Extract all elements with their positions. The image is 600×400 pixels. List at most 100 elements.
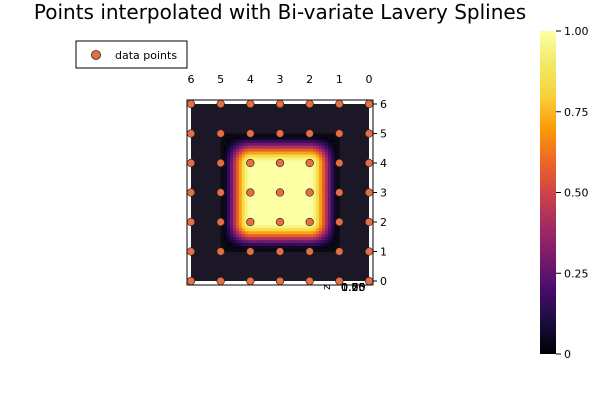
heatmap-cell — [327, 151, 331, 155]
heatmap-cell — [259, 186, 263, 190]
heatmap-cell — [229, 180, 233, 185]
heatmap-cell — [291, 136, 296, 140]
heatmap-cell — [238, 233, 242, 238]
heatmap-cell — [282, 213, 287, 217]
heatmap-cell — [220, 168, 225, 173]
heatmap-cell — [265, 239, 269, 244]
y-axis-ticks: 6 5 4 3 2 1 0 — [373, 98, 387, 288]
heatmap-cell — [247, 177, 251, 182]
heatmap-cell — [280, 171, 284, 176]
heatmap-cell — [300, 213, 305, 217]
heatmap-cell — [235, 192, 239, 196]
heatmap-cell — [262, 219, 266, 223]
heatmap-cell — [315, 151, 319, 155]
heatmap-cell — [294, 198, 299, 202]
heatmap-cell — [265, 201, 269, 205]
heatmap-cell — [271, 139, 275, 143]
heatmap-cell — [271, 142, 275, 146]
heatmap-cell — [238, 224, 242, 229]
heatmap-cell — [247, 198, 251, 202]
heatmap-cell — [277, 204, 281, 208]
heatmap-cell — [294, 216, 299, 220]
heatmap-cell — [285, 160, 290, 164]
heatmap-cell — [297, 145, 302, 149]
heatmap-cell — [232, 189, 236, 193]
heatmap-cell — [288, 201, 293, 205]
heatmap-cell — [333, 148, 337, 152]
heatmap-cell — [268, 139, 272, 143]
heatmap-cell — [271, 198, 275, 202]
heatmap-cell — [223, 136, 227, 140]
heatmap-cell — [291, 239, 296, 244]
heatmap-cell — [226, 245, 230, 249]
heatmap-cell — [223, 139, 227, 143]
heatmap-cell — [232, 157, 236, 161]
heatmap-cell — [226, 213, 230, 217]
heatmap-cell — [315, 222, 319, 226]
heatmap-cell — [262, 165, 266, 170]
heatmap-cell — [288, 204, 293, 208]
heatmap-cell — [282, 171, 287, 176]
data-point — [186, 276, 196, 286]
heatmap-cell — [253, 183, 257, 187]
heatmap-cell — [315, 133, 319, 137]
heatmap-cell — [324, 198, 328, 202]
heatmap-cell — [285, 154, 290, 158]
heatmap-cell — [220, 201, 225, 205]
heatmap-cell — [321, 216, 325, 220]
heatmap-cell — [274, 230, 278, 235]
heatmap-cell — [303, 148, 308, 152]
heatmap-cell — [229, 248, 233, 252]
heatmap-cell — [309, 145, 314, 149]
heatmap-cell — [288, 233, 293, 238]
data-point — [186, 188, 196, 197]
heatmap-cell — [315, 148, 319, 152]
heatmap-cell — [309, 242, 314, 246]
heatmap-cell — [256, 180, 260, 185]
heatmap-cell — [324, 165, 328, 170]
heatmap-cell — [280, 177, 284, 182]
heatmap-cell — [330, 154, 334, 158]
heatmap-cell — [238, 242, 242, 246]
heatmap-cell — [318, 201, 322, 205]
heatmap-cell — [300, 186, 305, 190]
heatmap-cell — [253, 165, 257, 170]
heatmap-cell — [220, 239, 225, 244]
heatmap-cell — [244, 242, 248, 246]
heatmap-cell — [271, 160, 275, 164]
heatmap-cell — [282, 186, 287, 190]
heatmap-cell — [312, 180, 316, 185]
data-point — [216, 276, 225, 286]
heatmap-cell — [333, 142, 337, 146]
heatmap-cell — [241, 148, 245, 152]
heatmap-cell — [315, 145, 319, 149]
heatmap-cell — [268, 160, 272, 164]
heatmap-cell — [285, 186, 290, 190]
heatmap-cell — [324, 236, 328, 241]
heatmap-cell — [321, 177, 325, 182]
heatmap-cell — [241, 133, 245, 137]
heatmap-cell — [330, 171, 334, 176]
data-point — [216, 247, 225, 256]
heatmap-cell — [277, 230, 281, 235]
colorbar-tick-label: 0.75 — [564, 106, 589, 119]
heatmap-cell — [250, 230, 254, 235]
heatmap-cell — [274, 154, 278, 158]
heatmap-cell — [318, 180, 322, 185]
heatmap-cell — [300, 136, 305, 140]
heatmap-cell — [303, 242, 308, 246]
y-tick-label: 3 — [380, 187, 387, 200]
heatmap-cell — [333, 201, 337, 205]
heatmap-cell — [232, 160, 236, 164]
heatmap-cell — [235, 168, 239, 173]
heatmap-cell — [324, 183, 328, 187]
heatmap-cell — [324, 227, 328, 232]
heatmap-cell — [285, 210, 290, 214]
heatmap-cell — [321, 248, 325, 252]
heatmap-cell — [232, 227, 236, 232]
heatmap-cell — [282, 204, 287, 208]
heatmap-cell — [277, 148, 281, 152]
heatmap-cell — [297, 171, 302, 176]
heatmap-cell — [274, 168, 278, 173]
heatmap-cell — [324, 239, 328, 244]
